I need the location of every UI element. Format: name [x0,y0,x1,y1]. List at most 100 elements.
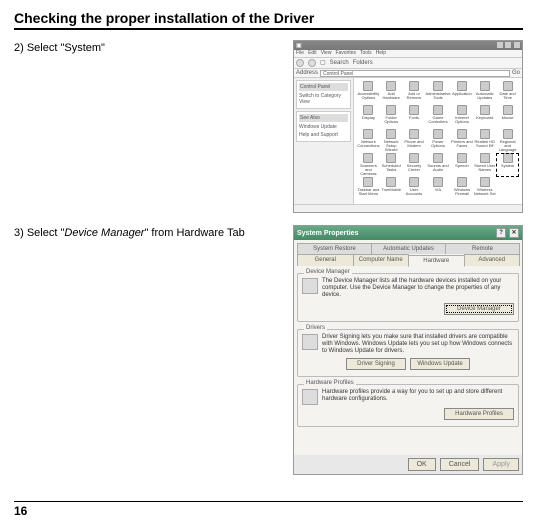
cp-icon-power-options[interactable]: Power Options [425,129,450,153]
tab-system-restore[interactable]: System Restore [297,243,372,254]
applet-label: Windows Firewall [451,188,474,196]
sp-title: System Properties [297,230,358,237]
cp-icon-folder-options[interactable]: Folder Options [380,105,403,129]
cp-icon-windows-firewall[interactable]: Windows Firewall [451,177,474,201]
applet-icon [363,177,373,187]
maximize-icon[interactable] [505,42,511,48]
cp-icon-accessibility-options[interactable]: Accessibility Options [357,81,380,105]
address-input[interactable]: Control Panel [320,70,510,77]
applet-label: Scheduled Tasks [380,164,403,172]
cp-icon-regional-and-language[interactable]: Regional and Language [496,129,519,153]
go-button[interactable]: Go [512,70,520,76]
applet-label: Network Connections [357,140,380,148]
cp-icon-game-controllers[interactable]: Game Controllers [425,105,450,129]
applet-icon [363,129,373,139]
cp-icon-add-hardware[interactable]: Add Hardware [380,81,403,105]
cp-addressbar: Address Control Panel Go [294,69,522,78]
ok-button[interactable]: OK [408,458,436,471]
cp-icon-mouse[interactable]: Mouse [496,105,519,129]
applet-icon [457,105,467,115]
cp-icon-printers-and-faxes[interactable]: Printers and Faxes [451,129,474,153]
tab-hardware[interactable]: Hardware [408,255,465,267]
link-help-support[interactable]: Help and Support [299,131,348,139]
menu-view[interactable]: View [321,50,332,57]
cp-icon-user-accounts[interactable]: User Accounts [403,177,426,201]
cp-icon-date-and-time[interactable]: Date and Time [496,81,519,105]
tab-remote[interactable]: Remote [445,243,520,254]
applet-icon [457,129,467,139]
applet-icon [409,105,419,115]
link-windows-update[interactable]: Windows Update [299,123,348,131]
hardware-profiles-text: Hardware profiles provide a way for you … [322,389,514,403]
tab-advanced[interactable]: Advanced [464,254,521,266]
cp-icon-scanners-and-cameras[interactable]: Scanners and Cameras [357,153,380,177]
cp-icon-internet-options[interactable]: Internet Options [451,105,474,129]
driver-signing-button[interactable]: Driver Signing [346,358,406,370]
applet-icon [457,177,467,187]
menu-tools[interactable]: Tools [360,50,372,57]
back-icon[interactable] [296,59,304,67]
cp-icon-wireless-network-set[interactable]: Wireless Network Set [473,177,496,201]
folders-button[interactable]: Folders [353,60,373,66]
forward-icon[interactable] [308,59,316,67]
applet-label: Date and Time [496,92,519,100]
help-icon[interactable]: ? [496,228,506,238]
applet-label: Taskbar and Start Menu [357,188,380,196]
applet-label: VIA [435,188,441,192]
cp-icon-via[interactable]: VIA [425,177,450,201]
cp-icon-speech[interactable]: Speech [451,153,474,177]
windows-update-button[interactable]: Windows Update [410,358,470,370]
cp-icon-phone-and-modem[interactable]: Phone and Modem [403,129,426,153]
applet-label: Administrative Tools [425,92,450,100]
cp-icon-network-setup-wizard[interactable]: Network Setup Wizard [380,129,403,153]
cp-icon-taskbar-and-start-menu[interactable]: Taskbar and Start Menu [357,177,380,201]
cp-icon-truemobile[interactable]: TrueMobile [380,177,403,201]
applet-icon [433,81,443,91]
cp-icon-administrative-tools[interactable]: Administrative Tools [425,81,450,105]
link-switch-view[interactable]: Switch to Category View [299,92,348,106]
cp-icon-network-connections[interactable]: Network Connections [357,129,380,153]
applet-label: Network Setup Wizard [380,140,403,152]
applet-icon [363,105,373,115]
menu-file[interactable]: File [296,50,304,57]
cp-icon-security-center[interactable]: Security Center [403,153,426,177]
window-controls [496,42,520,50]
applet-label: Automatic Updates [473,92,496,100]
cp-icon-keyboard[interactable]: Keyboard [473,105,496,129]
minimize-icon[interactable] [497,42,503,48]
cp-icon-display[interactable]: Display [357,105,380,129]
hardware-profiles-button[interactable]: Hardware Profiles [444,408,514,420]
applet-label: Application [452,92,472,96]
cp-icon-add-or-remove[interactable]: Add or Remove [403,81,426,105]
close-icon[interactable]: ✕ [509,228,519,238]
cp-icon-realtek-hd-sound-eff[interactable]: Realtek HD Sound Eff [473,129,496,153]
menu-edit[interactable]: Edit [308,50,317,57]
applet-icon [480,129,490,139]
applet-label: Phone and Modem [403,140,426,148]
close-icon[interactable] [514,42,520,48]
apply-button[interactable]: Apply [483,458,519,471]
page-number: 16 [14,501,523,518]
cp-icon-fonts[interactable]: Fonts [403,105,426,129]
menu-favorites[interactable]: Favorites [335,50,356,57]
cancel-button[interactable]: Cancel [440,458,480,471]
tab-computer-name[interactable]: Computer Name [353,254,410,266]
search-button[interactable]: Search [330,60,349,66]
cp-icon-automatic-updates[interactable]: Automatic Updates [473,81,496,105]
applet-label: Add Hardware [380,92,403,100]
menu-help[interactable]: Help [376,50,386,57]
up-icon[interactable]: ▢ [320,59,326,66]
dialog-buttons: OK Cancel Apply [294,455,522,474]
applet-icon [480,177,490,187]
cp-icon-stored-user-names[interactable]: Stored User Names [473,153,496,177]
applet-label: Accessibility Options [357,92,380,100]
cp-icon-system[interactable]: System [496,153,519,177]
cp-icon-application[interactable]: Application [451,81,474,105]
cp-icon-scheduled-tasks[interactable]: Scheduled Tasks [380,153,403,177]
cp-icon-sounds-and-audio[interactable]: Sounds and Audio [425,153,450,177]
tab-automatic-updates[interactable]: Automatic Updates [371,243,446,254]
applet-icon [409,177,419,187]
device-manager-button[interactable]: Device Manager [444,303,514,315]
applet-icon [386,177,396,187]
tab-general[interactable]: General [297,254,354,266]
